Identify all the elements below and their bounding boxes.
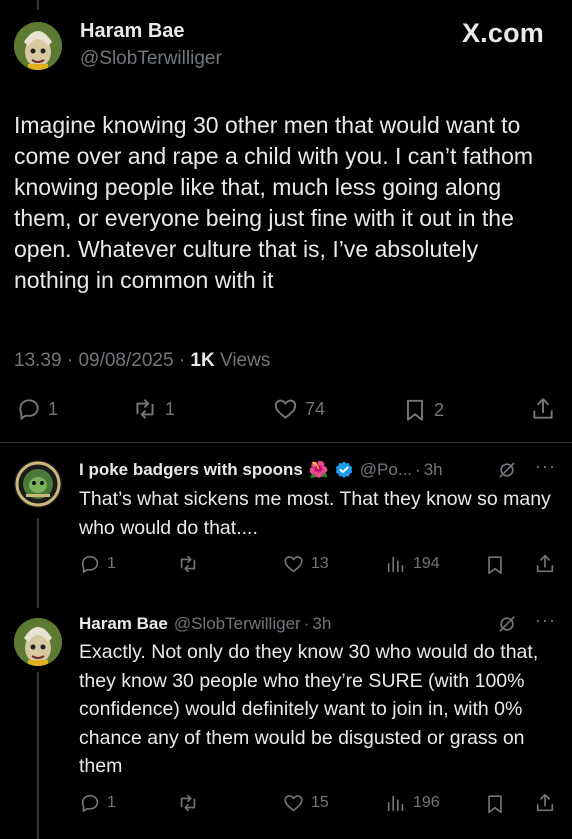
like-count: 74 [305, 398, 326, 419]
reply-author-name[interactable]: Haram Bae [79, 614, 168, 634]
share-button[interactable] [534, 553, 556, 575]
tweet-meta: 13.39 · 09/08/2025 · 1K Views [14, 350, 270, 372]
reply-text: Exactly. Not only do they know 30 who wo… [79, 641, 539, 777]
bookmark-count: 2 [434, 399, 445, 420]
repost-count: 1 [165, 398, 176, 419]
reply-icon [81, 794, 99, 813]
meta-separator: · [178, 350, 191, 371]
reply-separator: · [303, 614, 310, 633]
reply-avatar[interactable] [14, 618, 62, 666]
views-icon [387, 795, 404, 812]
grok-icon[interactable] [497, 460, 517, 480]
reply-actions: 1 15 196 [0, 792, 572, 822]
bookmark-button[interactable]: 2 [402, 396, 444, 424]
tweet-time[interactable]: 13.39 [14, 350, 62, 371]
like-count: 15 [311, 794, 329, 811]
tweet-date[interactable]: 09/08/2025 [78, 350, 173, 371]
grok-icon[interactable] [497, 614, 517, 634]
share-button[interactable] [530, 396, 556, 422]
reply-count: 1 [107, 555, 116, 572]
reply-text: That’s what sickens me most. That they k… [79, 488, 551, 539]
views-icon [387, 556, 404, 573]
avatar[interactable] [14, 22, 62, 70]
repost-icon [136, 399, 154, 419]
bookmark-button[interactable] [484, 792, 506, 816]
verified-badge-icon [335, 461, 353, 478]
repost-icon [180, 794, 196, 812]
more-icon[interactable]: ··· [535, 610, 556, 631]
reply-separator: · [415, 460, 421, 479]
reply-header: I poke badgers with spoons 🌺 @Po... · 3h [79, 460, 443, 480]
views-count: 1K [190, 350, 215, 371]
like-button[interactable]: 15 [282, 792, 329, 814]
reply-icon [81, 555, 99, 574]
reply-actions: 1 13 194 [0, 553, 572, 583]
reply-author-name[interactable]: I poke badgers with spoons [79, 460, 303, 480]
reply-button[interactable]: 1 [16, 396, 58, 422]
reply-count: 1 [48, 398, 59, 419]
bookmark-icon [488, 795, 502, 814]
author-handle[interactable]: @SlobTerwilliger [80, 48, 222, 70]
share-button[interactable] [534, 792, 556, 814]
share-icon [536, 793, 554, 812]
reply-header: Haram Bae @SlobTerwilliger · 3h [79, 614, 331, 634]
bookmark-icon [406, 399, 424, 421]
reply-count: 1 [107, 794, 116, 811]
more-icon[interactable]: ··· [535, 456, 556, 477]
reply-time[interactable]: 3h [312, 614, 331, 634]
tweet-text: Imagine knowing 30 other men that would … [14, 112, 534, 293]
reply-author-handle[interactable]: @SlobTerwilliger [174, 614, 301, 634]
tweet-actions: 1 1 74 2 [0, 396, 572, 426]
repost-button[interactable] [176, 792, 206, 814]
like-count: 13 [311, 555, 329, 572]
like-button[interactable]: 74 [272, 396, 325, 422]
repost-icon [180, 555, 196, 573]
views-count: 194 [413, 555, 440, 572]
divider [0, 442, 572, 443]
reply-author-handle[interactable]: @Po... [360, 460, 412, 480]
share-icon [536, 554, 554, 573]
repost-button[interactable]: 1 [131, 396, 175, 422]
thread-line-top [37, 0, 39, 10]
reply-avatar[interactable] [14, 460, 62, 508]
author-name[interactable]: Haram Bae [80, 20, 185, 43]
flower-emoji: 🌺 [308, 462, 329, 479]
heart-icon [284, 556, 303, 573]
bookmark-icon [488, 556, 502, 575]
views-button[interactable]: 196 [385, 792, 440, 814]
watermark: X.com [461, 18, 544, 48]
share-icon [533, 398, 553, 419]
repost-button[interactable] [176, 553, 206, 575]
views-label: Views [220, 350, 271, 371]
reply-button[interactable]: 1 [79, 553, 116, 575]
views-button[interactable]: 194 [385, 553, 440, 575]
heart-icon [274, 399, 297, 419]
heart-icon [284, 795, 303, 812]
reply-time[interactable]: 3h [424, 460, 443, 480]
like-button[interactable]: 13 [282, 553, 329, 575]
reply-icon [19, 399, 39, 420]
bookmark-button[interactable] [484, 553, 506, 577]
meta-separator: · [66, 350, 79, 371]
reply-button[interactable]: 1 [79, 792, 116, 814]
views-count: 196 [413, 794, 440, 811]
